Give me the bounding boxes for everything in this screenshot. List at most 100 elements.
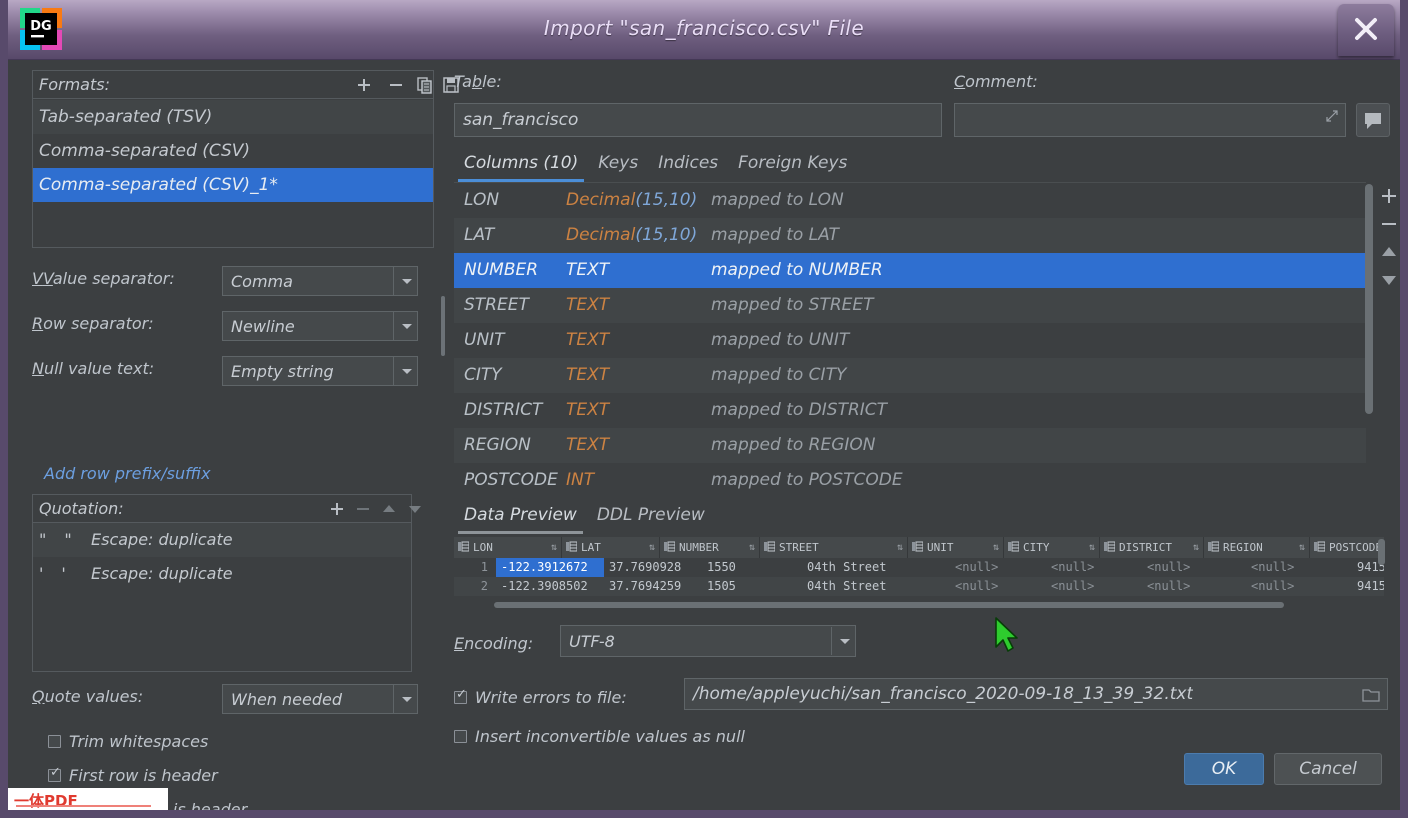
comment-input[interactable] (954, 103, 1346, 137)
ok-button[interactable]: OK (1184, 753, 1264, 785)
grid-row[interactable]: 2 -122.3908502 37.7694259 1505 04th Street <n… (454, 577, 1384, 596)
encoding-combo[interactable]: UTF-8 (560, 625, 856, 657)
column-row[interactable]: NUMBER TEXT mapped to NUMBER (454, 253, 1366, 288)
value-separator-combo[interactable]: Comma (222, 266, 418, 296)
data-preview-vscrollbar[interactable] (1378, 539, 1386, 599)
close-button[interactable] (1338, 4, 1394, 56)
grid-cell[interactable]: -122.3908502 (496, 577, 604, 596)
splitter-grip[interactable] (441, 296, 445, 356)
column-row[interactable]: STREET TEXT mapped to STREET (454, 288, 1366, 323)
quote-values-combo[interactable]: When needed (222, 684, 418, 714)
preview-tabs[interactable]: Data Preview DDL Preview (454, 500, 715, 534)
tab-ddl-preview[interactable]: DDL Preview (587, 500, 715, 534)
add-column-button[interactable] (1376, 182, 1400, 210)
sort-icon[interactable]: ⇅ (1089, 542, 1095, 553)
column-row[interactable]: REGION TEXT mapped to REGION (454, 428, 1366, 463)
schema-tabs[interactable]: Columns (10) Keys Indices Foreign Keys (454, 148, 857, 182)
row-separator-combo[interactable]: Newline (222, 311, 418, 341)
grid-column-header[interactable]: REGION ⇅ (1204, 537, 1310, 558)
grid-row[interactable]: 1 -122.3912672 37.7690928 1550 04th Street <n… (454, 558, 1384, 577)
sort-icon[interactable]: ⇅ (1193, 542, 1199, 553)
grid-column-header[interactable]: POSTCODE⇅ (1310, 537, 1384, 558)
trim-whitespaces-checkbox-box[interactable] (48, 734, 61, 748)
tab-columns-10[interactable]: Columns (10) (454, 148, 588, 182)
tab-keys[interactable]: Keys (588, 148, 648, 182)
grid-cell[interactable]: <null> (950, 577, 1046, 596)
quotation-list[interactable]: ""Escape: duplicate '' Escape: duplicate (33, 523, 411, 591)
duplicate-format-button[interactable] (415, 75, 435, 95)
grid-cell[interactable]: <null> (1246, 577, 1352, 596)
column-row[interactable]: DISTRICT TEXT mapped to DISTRICT (454, 393, 1366, 428)
error-file-path-input[interactable]: /home/appleyuchi/san_francisco_2020-09-1… (684, 678, 1388, 710)
grid-cell[interactable]: 04th Street (802, 577, 950, 596)
sort-icon[interactable]: ⇅ (1299, 542, 1305, 553)
write-errors-to-file-checkbox[interactable]: Write errors to file: (454, 684, 627, 710)
grid-column-header[interactable]: CITY ⇅ (1004, 537, 1100, 558)
column-row[interactable]: CITY TEXT mapped to CITY (454, 358, 1366, 393)
remove-format-button[interactable] (386, 75, 406, 95)
columns-scrollbar-thumb[interactable] (1365, 184, 1373, 414)
comment-bubble-icon[interactable] (1356, 103, 1390, 137)
sort-icon[interactable]: ⇅ (749, 542, 755, 553)
null-value-text-combo[interactable]: Empty string (222, 356, 418, 386)
grid-column-header[interactable]: STREET ⇅ (760, 537, 908, 558)
format-item[interactable]: Tab-separated (TSV) (33, 100, 433, 134)
grid-cell[interactable]: -122.3912672 (496, 558, 604, 577)
grid-column-header[interactable]: NUMBER ⇅ (660, 537, 760, 558)
columns-list[interactable]: LON Decimal(15,10) mapped to LON LAT Decimal… (454, 182, 1366, 490)
grid-cell[interactable]: <null> (1142, 577, 1246, 596)
folder-icon[interactable] (1361, 686, 1381, 704)
trim-whitespaces-checkbox[interactable]: Trim whitespaces (48, 728, 208, 754)
insert-inconvertible-checkbox-box[interactable] (454, 729, 467, 743)
grid-cell[interactable]: 37.7694259 (604, 577, 702, 596)
data-preview-grid[interactable]: LON ⇅ LAT ⇅ NUMBER ⇅ STREET ⇅ UNIT ⇅ CITY ⇅ DISTRICT… (454, 537, 1384, 600)
sort-icon[interactable]: ⇅ (551, 542, 557, 553)
add-quotation-button[interactable] (327, 499, 347, 519)
grid-column-header[interactable]: LON ⇅ (454, 537, 562, 558)
grid-cell[interactable]: <null> (1046, 577, 1142, 596)
column-row[interactable]: LON Decimal(15,10) mapped to LON (454, 183, 1366, 218)
sort-icon[interactable]: ⇅ (649, 542, 655, 553)
data-preview-hscrollbar-thumb[interactable] (494, 602, 1284, 608)
grid-cell[interactable]: <null> (1142, 558, 1246, 577)
quotation-item[interactable]: ""Escape: duplicate (33, 523, 411, 557)
grid-column-header[interactable]: LAT ⇅ (562, 537, 660, 558)
data-preview-vscrollbar-thumb[interactable] (1378, 539, 1385, 565)
grid-cell[interactable]: <null> (1046, 558, 1142, 577)
add-format-button[interactable] (354, 75, 374, 95)
column-row[interactable]: LAT Decimal(15,10) mapped to LAT (454, 218, 1366, 253)
tab-data-preview[interactable]: Data Preview (454, 500, 587, 534)
move-up-quotation-button[interactable] (379, 499, 399, 519)
formats-list[interactable]: Tab-separated (TSV) Comma-separated (CSV)… (33, 100, 433, 247)
grid-cell[interactable]: <null> (1246, 558, 1352, 577)
move-column-down-button[interactable] (1376, 266, 1400, 294)
move-down-quotation-button[interactable] (405, 499, 425, 519)
grid-cell[interactable]: <null> (950, 558, 1046, 577)
remove-quotation-button[interactable] (353, 499, 373, 519)
tab-indices[interactable]: Indices (648, 148, 728, 182)
data-preview-body[interactable]: 1 -122.3912672 37.7690928 1550 04th Street <n… (454, 558, 1384, 596)
expand-icon[interactable] (1325, 108, 1339, 127)
grid-column-header[interactable]: UNIT ⇅ (908, 537, 1004, 558)
write-errors-checkbox-box[interactable] (454, 687, 467, 704)
grid-cell[interactable]: 37.7690928 (604, 558, 702, 577)
grid-column-header[interactable]: DISTRICT ⇅ (1100, 537, 1204, 558)
first-row-is-header-checkbox[interactable]: First row is header (48, 762, 218, 788)
first-row-is-header-checkbox-box[interactable] (48, 765, 61, 782)
sort-icon[interactable]: ⇅ (897, 542, 903, 553)
add-row-prefix-suffix-link[interactable]: Add row prefix/suffix (44, 464, 211, 483)
move-column-up-button[interactable] (1376, 238, 1400, 266)
column-row[interactable]: UNIT TEXT mapped to UNIT (454, 323, 1366, 358)
column-row[interactable]: POSTCODE INT mapped to POSTCODE (454, 463, 1366, 490)
tab-foreign-keys[interactable]: Foreign Keys (728, 148, 857, 182)
cancel-button[interactable]: Cancel (1274, 753, 1382, 785)
grid-cell[interactable]: 04th Street (802, 558, 950, 577)
sort-icon[interactable]: ⇅ (993, 542, 999, 553)
remove-column-button[interactable] (1376, 210, 1400, 238)
data-preview-hscrollbar[interactable] (454, 601, 1384, 609)
table-name-input[interactable]: san_francisco (454, 103, 942, 137)
quotation-item[interactable]: '' Escape: duplicate (33, 557, 411, 591)
grid-cell[interactable]: 1505 (702, 577, 802, 596)
format-item[interactable]: Comma-separated (CSV) (33, 134, 433, 168)
insert-inconvertible-values-checkbox[interactable]: Insert inconvertible values as null (454, 723, 745, 749)
